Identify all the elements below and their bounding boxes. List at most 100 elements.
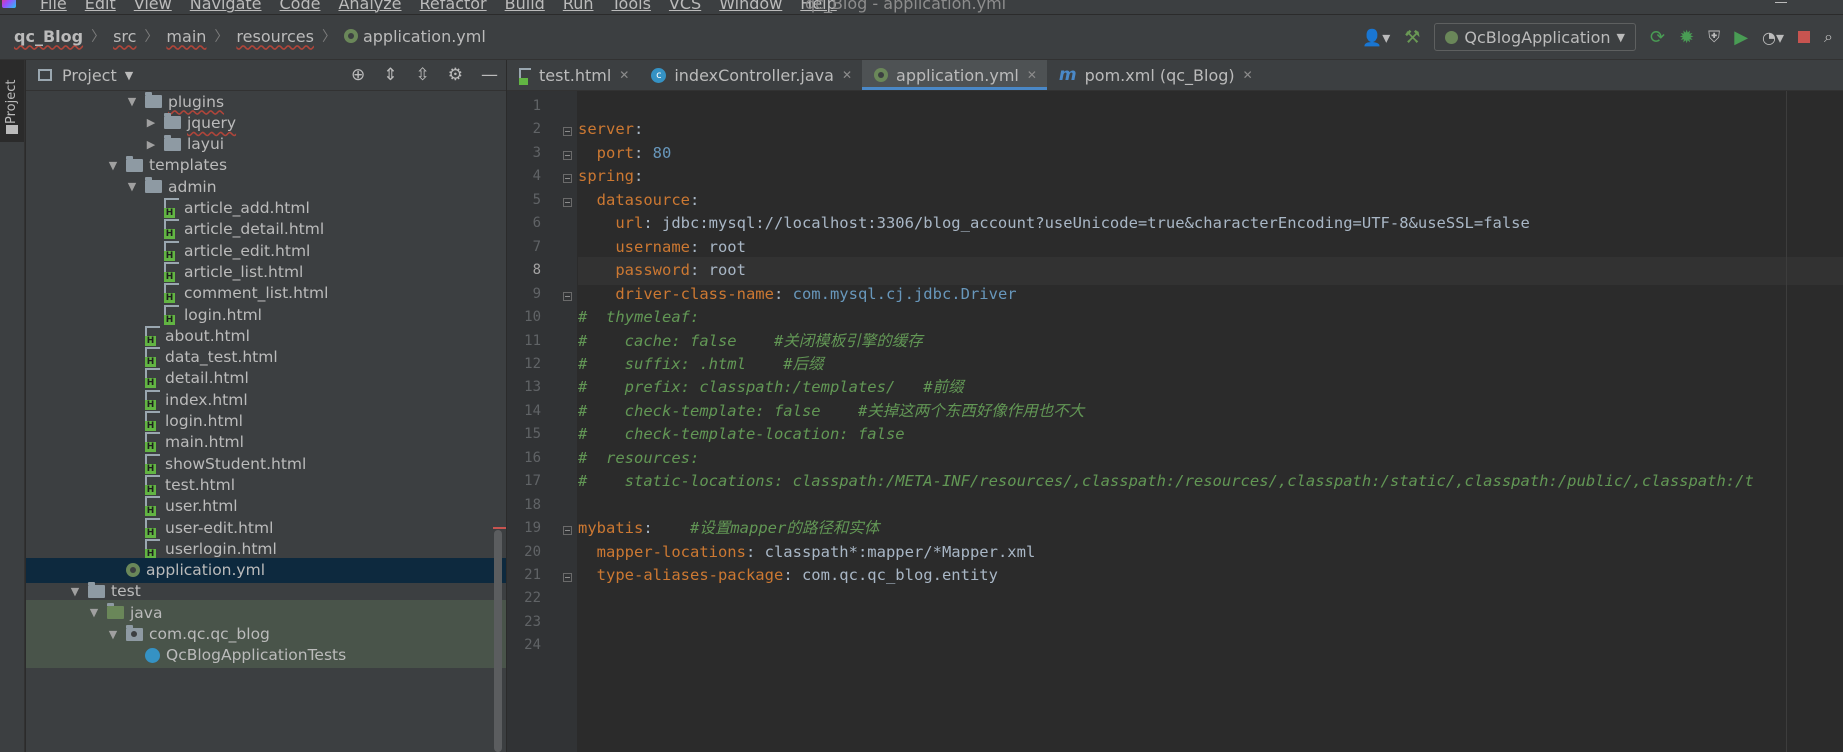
editor-tab-label: pom.xml (qc_Blog)	[1084, 65, 1235, 85]
minimize-icon[interactable]	[1775, 2, 1787, 3]
project-view-icon	[38, 69, 52, 81]
tree-item-label: about.html	[165, 326, 250, 345]
close-icon[interactable]: ✕	[842, 68, 852, 82]
code-line[interactable]	[578, 632, 1843, 660]
menu-vcs[interactable]: VCS	[669, 0, 701, 13]
chevron-down-icon[interactable]: ▼	[125, 69, 133, 82]
chevron-down-icon[interactable]: ▼	[125, 180, 139, 193]
main-menu: File Edit View Navigate Code Analyze Refactor B…	[40, 0, 837, 13]
menu-file[interactable]: File	[40, 0, 67, 13]
coverage-shield-icon[interactable]: ⛨	[1708, 27, 1720, 47]
breadcrumb-separator-icon: 〉	[144, 29, 159, 45]
chevron-down-icon[interactable]: ▼	[125, 95, 139, 108]
menu-view[interactable]: View	[134, 0, 172, 13]
left-tool-stripe: Project	[0, 60, 25, 752]
spring-config-icon	[874, 68, 889, 82]
maven-icon: m	[1058, 65, 1077, 85]
menu-build[interactable]: Build	[505, 0, 545, 13]
breadcrumb-project[interactable]: qc_Blog	[14, 27, 83, 46]
tree-item-label: templates	[149, 156, 228, 175]
stop-icon[interactable]	[1798, 31, 1811, 43]
code-key: spring	[578, 167, 634, 186]
editor-tab[interactable]: application.yml ✕	[862, 60, 1047, 90]
close-icon[interactable]: ✕	[1027, 68, 1037, 82]
code-value: 80	[652, 143, 672, 162]
java-class-icon	[145, 647, 160, 663]
chevron-down-icon[interactable]: ▼	[68, 585, 82, 598]
html-file-icon	[145, 347, 160, 368]
editor-tab-label: application.yml	[896, 65, 1019, 85]
profiler-icon[interactable]: ▶	[1734, 27, 1748, 48]
editor-tab[interactable]: m pom.xml (qc_Blog) ✕	[1047, 60, 1263, 90]
html-file-icon	[145, 432, 160, 453]
html-file-icon	[164, 261, 179, 282]
more-run-options-icon[interactable]: ◔▾	[1762, 28, 1784, 47]
hide-panel-icon[interactable]: —	[481, 65, 498, 85]
breadcrumb-src[interactable]: src	[113, 27, 136, 46]
run-configuration-selector[interactable]: QcBlogApplication ▼	[1434, 23, 1636, 51]
fold-collapse-icon[interactable]	[563, 526, 572, 536]
breadcrumb-resources[interactable]: resources	[236, 27, 314, 46]
folder-icon	[164, 134, 181, 151]
project-panel-header: Project ▼ ⊕ ⇕ ⇳ ⚙ —	[26, 60, 506, 91]
menu-run[interactable]: Run	[563, 0, 594, 13]
tree-item-label: article_list.html	[184, 262, 304, 281]
menu-navigate[interactable]: Navigate	[190, 0, 262, 13]
fold-end-icon[interactable]	[563, 150, 572, 160]
editor-tab[interactable]: c indexController.java ✕	[639, 60, 862, 90]
tree-item-label: layui	[187, 135, 225, 154]
spring-config-icon	[343, 29, 358, 43]
code-key: mybatis	[578, 519, 644, 538]
project-tree: ▼plugins▶jquery▶layui▼templates▼admin▶ar…	[26, 91, 506, 752]
tree-scrollbar[interactable]	[494, 530, 502, 752]
project-tool-window-tab[interactable]: Project	[0, 60, 24, 142]
code-value: :	[634, 167, 644, 186]
menu-code[interactable]: Code	[280, 0, 321, 13]
collapse-all-icon[interactable]: ⇳	[416, 65, 430, 85]
project-view-selector[interactable]: Project	[62, 66, 117, 85]
rerun-icon[interactable]: ⟳	[1650, 27, 1665, 48]
tree-item-label: index.html	[165, 390, 248, 409]
code-key: username	[578, 237, 690, 256]
fold-collapse-icon[interactable]	[563, 174, 572, 184]
menu-refactor[interactable]: Refactor	[420, 0, 487, 13]
code-editor[interactable]: server: port: 80 spring: datasource: url:…	[578, 91, 1843, 752]
code-value: : root	[689, 237, 746, 256]
user-account-icon[interactable]: 👤▾	[1362, 28, 1390, 47]
menu-tools[interactable]: Tools	[612, 0, 651, 13]
chevron-right-icon[interactable]: ▶	[144, 116, 158, 129]
debug-bug-icon[interactable]: ✹	[1679, 27, 1694, 48]
menu-edit[interactable]: Edit	[85, 0, 116, 13]
search-icon[interactable]: ⌕	[1824, 27, 1833, 47]
chevron-right-icon[interactable]: ▶	[144, 138, 158, 151]
menu-analyze[interactable]: Analyze	[338, 0, 401, 13]
chevron-down-icon[interactable]: ▼	[106, 628, 120, 641]
breadcrumb-main[interactable]: main	[166, 27, 206, 46]
menu-window[interactable]: Window	[719, 0, 782, 13]
fold-end-icon[interactable]	[563, 291, 572, 301]
close-icon[interactable]: ✕	[619, 68, 629, 82]
locate-file-icon[interactable]: ⊕	[351, 65, 365, 85]
breadcrumb-file[interactable]: application.yml	[343, 27, 486, 46]
expand-all-icon[interactable]: ⇕	[383, 65, 397, 85]
chevron-down-icon[interactable]: ▼	[106, 159, 120, 172]
tree-item-label: detail.html	[165, 369, 249, 388]
code-value: : jdbc:mysql://localhost:3306/blog_accou…	[643, 214, 1530, 233]
tree-item-label: java	[130, 603, 163, 622]
html-file-icon	[164, 304, 179, 325]
code-key: port	[578, 143, 634, 162]
code-key: mapper-locations	[578, 542, 746, 561]
code-comment: # static-locations: classpath:/META-INF/…	[578, 472, 1754, 491]
editor-tab[interactable]: test.html ✕	[507, 60, 639, 90]
close-icon[interactable]: ✕	[1243, 68, 1253, 82]
tree-item-label: admin	[168, 177, 217, 196]
fold-collapse-icon[interactable]	[563, 197, 572, 207]
chevron-down-icon[interactable]: ▼	[87, 606, 101, 619]
tree-item-label: data_test.html	[165, 348, 278, 367]
gear-icon[interactable]: ⚙	[448, 65, 463, 85]
fold-collapse-icon[interactable]	[563, 127, 572, 137]
folder-icon	[6, 125, 18, 134]
tree-item[interactable]: ▶QcBlogApplicationTests	[26, 642, 506, 668]
build-hammer-icon[interactable]: ⚒	[1404, 27, 1420, 48]
fold-end-icon[interactable]	[563, 573, 572, 582]
